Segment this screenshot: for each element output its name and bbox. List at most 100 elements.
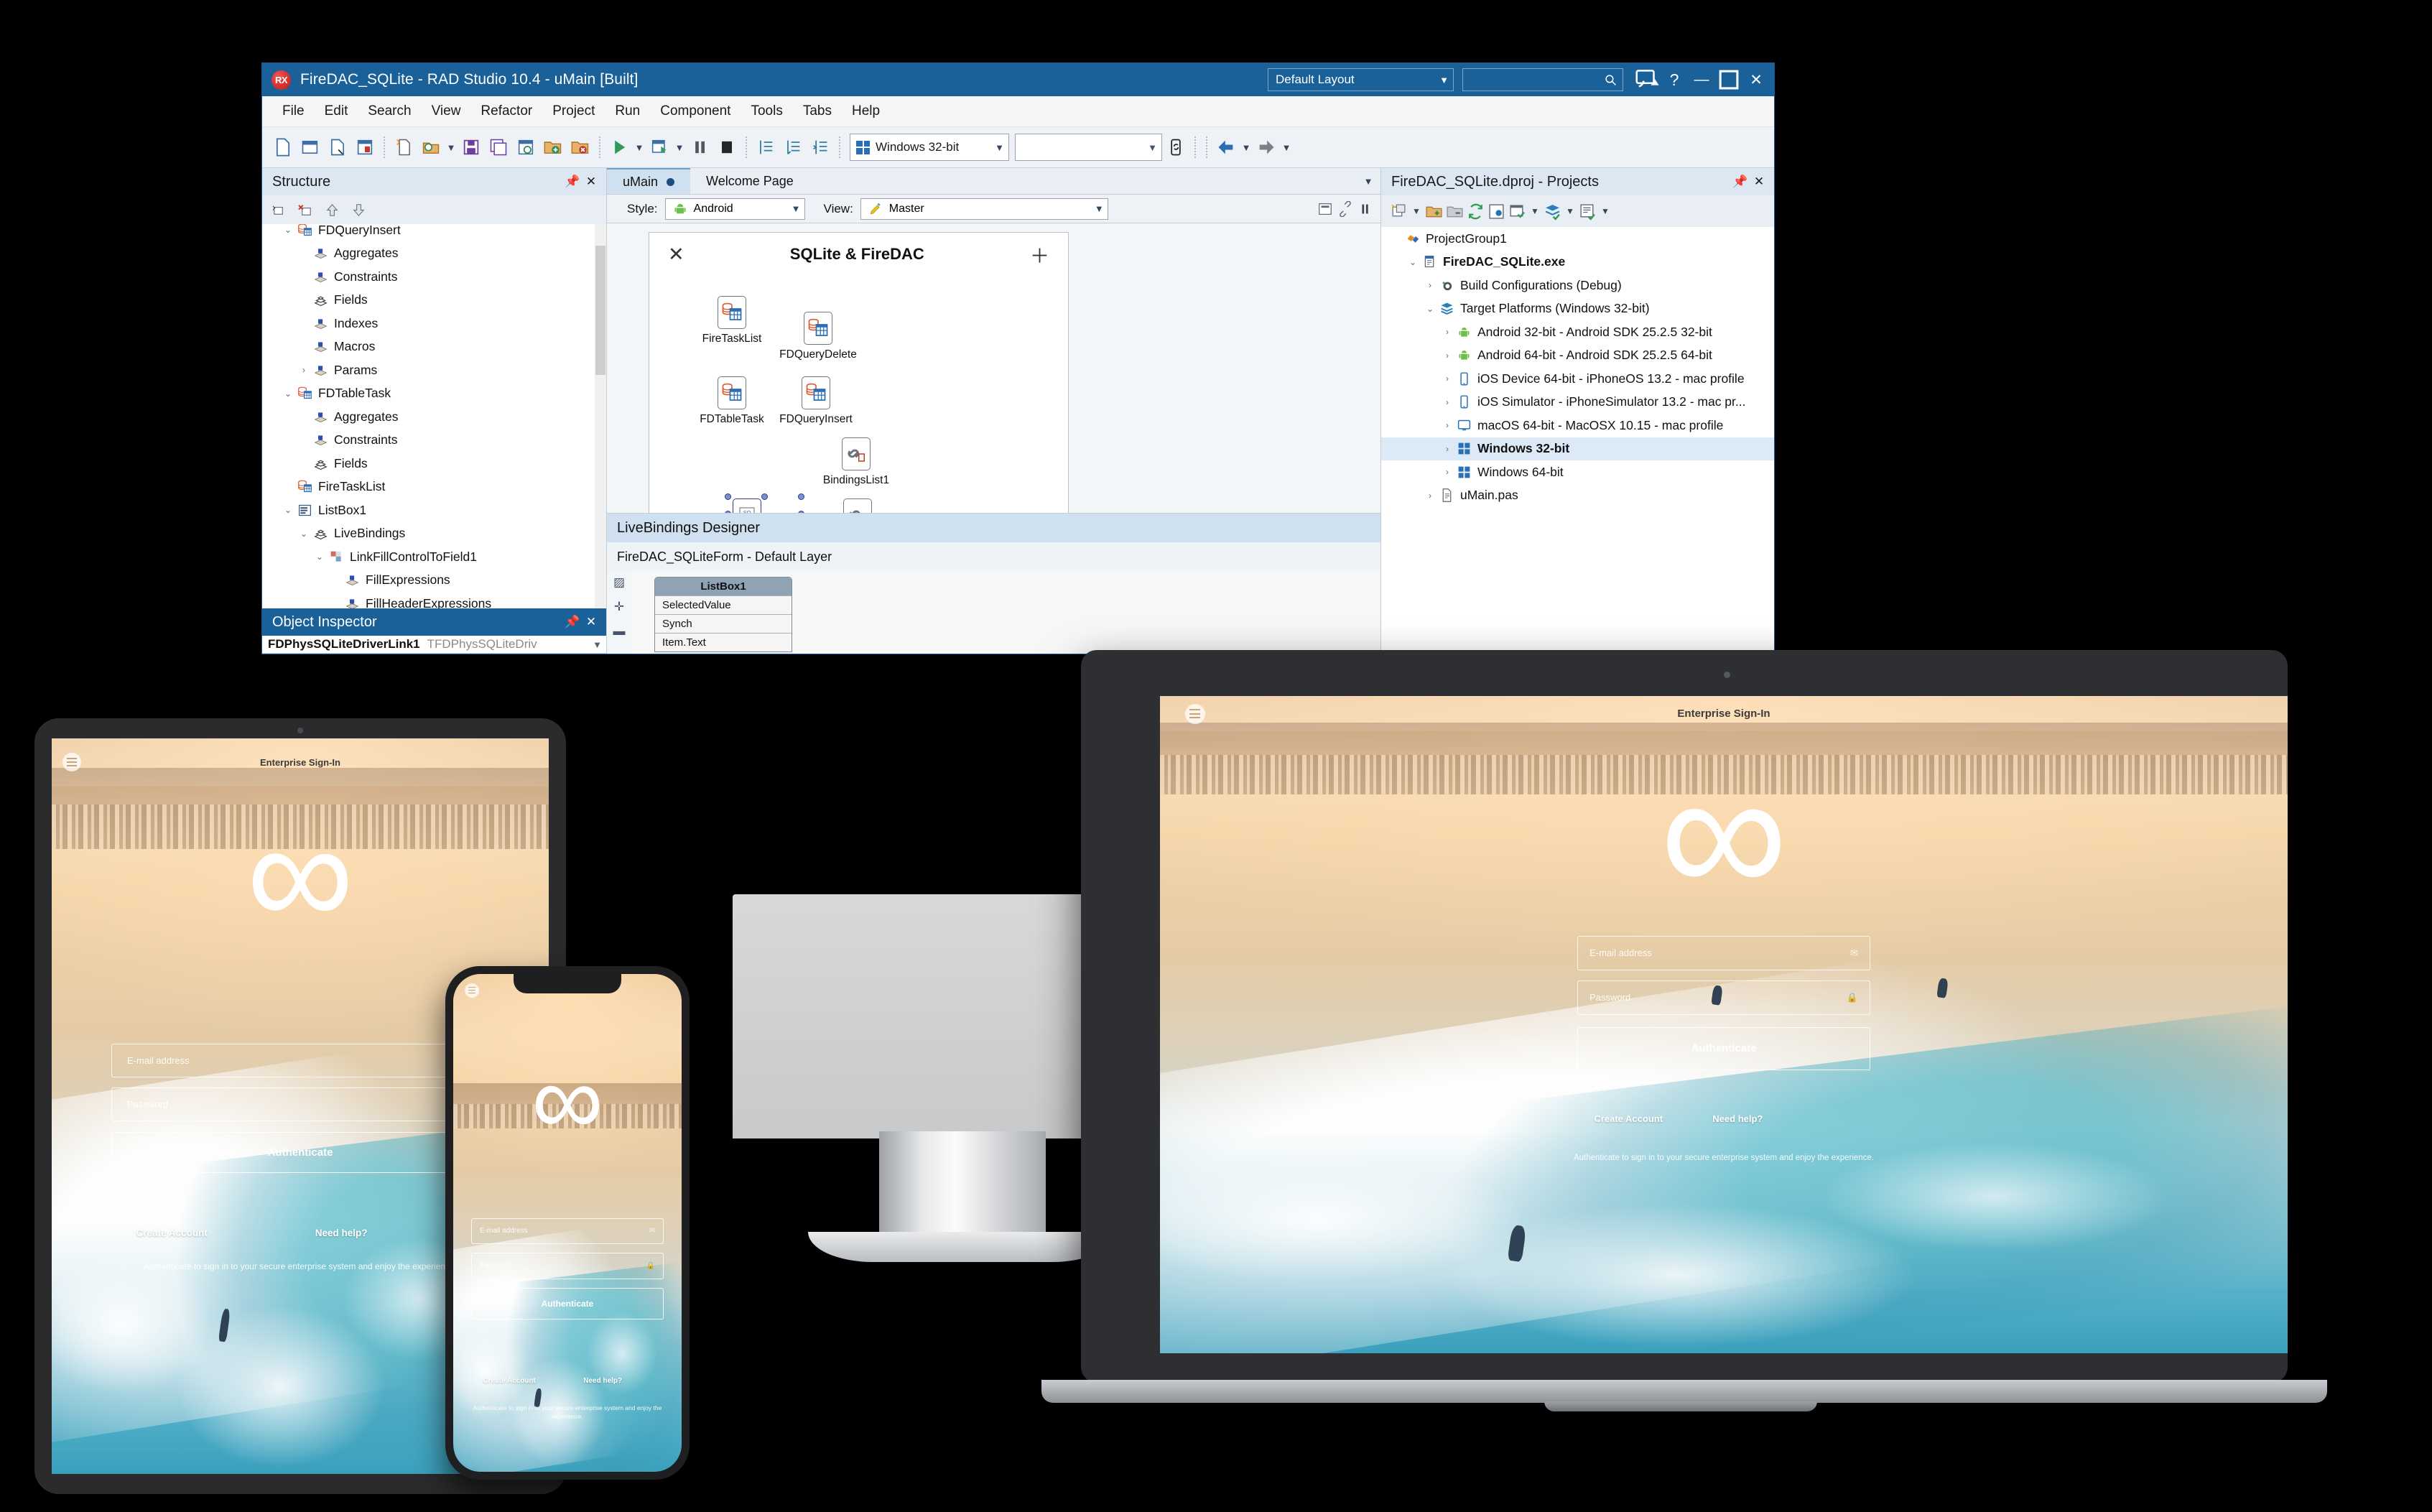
- projects-tree-item[interactable]: › iOS Device 64-bit - iPhoneOS 13.2 - mac…: [1381, 367, 1774, 391]
- need-help-link[interactable]: Need help?: [583, 1377, 622, 1385]
- maximize-button[interactable]: [1715, 66, 1742, 93]
- projects-tree-item[interactable]: › Windows 32-bit: [1381, 437, 1774, 460]
- move-up-icon[interactable]: [324, 202, 340, 218]
- chevron-down-icon[interactable]: ⌄: [1423, 304, 1437, 314]
- structure-tree-item[interactable]: ⌄ FDQueryInsert: [262, 224, 606, 242]
- add-to-project-icon[interactable]: [539, 133, 567, 162]
- create-account-link[interactable]: Create Account: [483, 1377, 536, 1385]
- projects-tree-item[interactable]: › Windows 64-bit: [1381, 460, 1774, 484]
- tab-list-chevron-icon[interactable]: ▼: [1356, 168, 1380, 194]
- menu-item-help[interactable]: Help: [842, 101, 890, 122]
- close-icon[interactable]: ✕: [1750, 175, 1768, 189]
- options-icon[interactable]: [1579, 203, 1597, 221]
- close-icon[interactable]: ✕: [582, 175, 600, 189]
- resize-handle[interactable]: [761, 493, 768, 500]
- view-source-icon[interactable]: [1487, 203, 1505, 221]
- projects-tree-item[interactable]: ⌄ Target Platforms (Windows 32-bit): [1381, 297, 1774, 321]
- delete-node-icon[interactable]: [297, 202, 314, 218]
- password-field[interactable]: Password 🔒: [111, 1087, 489, 1122]
- chevron-down-icon[interactable]: ▼: [673, 134, 686, 161]
- help-button[interactable]: ?: [1661, 66, 1688, 93]
- add-icon[interactable]: ＋: [1030, 241, 1049, 269]
- new-node-icon[interactable]: [271, 202, 287, 218]
- form-designer[interactable]: ✕ SQLite & FireDAC ＋ FireTaskList FDQuery…: [607, 223, 1380, 654]
- move-down-icon[interactable]: [351, 202, 367, 218]
- structure-tree-item[interactable]: ⌄ LiveBindings: [262, 522, 606, 546]
- menu-item-file[interactable]: File: [272, 101, 315, 122]
- desktop-speed-icon[interactable]: [1633, 66, 1661, 93]
- create-account-link[interactable]: Create Account: [1594, 1113, 1663, 1124]
- chevron-right-icon[interactable]: ›: [1440, 351, 1454, 361]
- form-component-fdqueryinsert[interactable]: FDQueryInsert: [773, 376, 859, 426]
- menu-icon[interactable]: [1184, 703, 1205, 724]
- projects-tree-item[interactable]: › macOS 64-bit - MacOSX 10.15 - mac profi…: [1381, 414, 1774, 437]
- open-project-icon[interactable]: [324, 133, 351, 162]
- pin-icon[interactable]: 📌: [1731, 175, 1750, 189]
- menu-icon[interactable]: [464, 983, 479, 998]
- structure-tree-item[interactable]: Aggregates: [262, 242, 606, 266]
- chevron-right-icon[interactable]: ›: [1440, 444, 1454, 454]
- structure-tree-item[interactable]: ⌄ LinkFillControlToField1: [262, 545, 606, 569]
- email-field[interactable]: E-mail address ✉: [1577, 935, 1871, 970]
- chevron-down-icon[interactable]: ▼: [1529, 206, 1541, 216]
- chevron-down-icon[interactable]: ▼: [1240, 134, 1253, 161]
- save-all-as-icon[interactable]: [351, 133, 379, 162]
- chevron-right-icon[interactable]: ›: [1440, 397, 1454, 407]
- target-platform-select[interactable]: Windows 32-bit ▼: [850, 134, 1009, 161]
- minimize-button[interactable]: —: [1688, 66, 1715, 93]
- authenticate-button[interactable]: Authenticate: [111, 1131, 489, 1174]
- projects-tree[interactable]: ProjectGroup1 ⌄ FireDAC_SQLite.exe › Build C…: [1381, 227, 1774, 654]
- password-field[interactable]: Password 🔒: [471, 1253, 664, 1279]
- form-component-bindingslist1[interactable]: BindingsList1: [813, 437, 899, 487]
- menu-item-project[interactable]: Project: [542, 101, 605, 122]
- forward-icon[interactable]: [1253, 133, 1280, 162]
- new-item-icon[interactable]: [390, 133, 417, 162]
- menu-item-component[interactable]: Component: [650, 101, 741, 122]
- chevron-right-icon[interactable]: ›: [1440, 467, 1454, 477]
- form-component-fdquerydelete[interactable]: FDQueryDelete: [775, 312, 861, 361]
- save-all-icon[interactable]: [485, 133, 512, 162]
- projects-tree-item[interactable]: › Build Configurations (Debug): [1381, 274, 1774, 297]
- step-over-icon[interactable]: [779, 133, 807, 162]
- remove-from-project-icon[interactable]: [567, 133, 594, 162]
- stop-icon[interactable]: [713, 133, 741, 162]
- target-platforms-icon[interactable]: [1544, 203, 1561, 221]
- chevron-down-icon[interactable]: ▼: [1411, 206, 1422, 216]
- trace-into-icon[interactable]: [752, 133, 779, 162]
- chevron-right-icon[interactable]: ›: [1423, 491, 1437, 501]
- need-help-link[interactable]: Need help?: [1712, 1113, 1763, 1124]
- build-config-icon[interactable]: [1508, 203, 1526, 221]
- authenticate-button[interactable]: Authenticate: [1577, 1027, 1871, 1070]
- email-field[interactable]: E-mail address ✉: [471, 1218, 664, 1245]
- menu-item-tools[interactable]: Tools: [741, 101, 792, 122]
- chevron-down-icon[interactable]: ▼: [1280, 134, 1293, 161]
- chevron-down-icon[interactable]: ⌄: [281, 389, 295, 399]
- close-icon[interactable]: ✕: [668, 244, 684, 266]
- menu-item-refactor[interactable]: Refactor: [470, 101, 542, 122]
- unlink-icon[interactable]: [1337, 200, 1353, 217]
- close-icon[interactable]: ✕: [582, 615, 600, 629]
- delete-icon[interactable]: [1357, 201, 1373, 217]
- pin-icon[interactable]: 📌: [563, 175, 582, 189]
- structure-tree-item[interactable]: Fields: [262, 452, 606, 476]
- device-refresh-icon[interactable]: [1162, 133, 1189, 162]
- close-button[interactable]: ✕: [1742, 66, 1770, 93]
- new-project-icon[interactable]: [1390, 203, 1408, 221]
- search-input[interactable]: [1462, 68, 1623, 91]
- remove-file-icon[interactable]: [1446, 203, 1464, 221]
- binding-row[interactable]: Synch: [655, 614, 792, 633]
- form-component-firetasklist[interactable]: FireTaskList: [689, 296, 775, 345]
- projects-tree-item[interactable]: › iOS Simulator - iPhoneSimulator 13.2 - …: [1381, 391, 1774, 414]
- chevron-right-icon[interactable]: ›: [1440, 420, 1454, 430]
- chevron-right-icon[interactable]: ›: [1440, 327, 1454, 337]
- add-file-icon[interactable]: [1425, 203, 1443, 221]
- resize-handle[interactable]: [725, 493, 731, 500]
- back-icon[interactable]: [1212, 133, 1240, 162]
- grid-icon[interactable]: ▨: [613, 575, 625, 590]
- structure-tree-item[interactable]: FillExpressions: [262, 569, 606, 593]
- style-select[interactable]: Android ▼: [664, 198, 805, 220]
- structure-tree-item[interactable]: Macros: [262, 335, 606, 359]
- refresh-icon[interactable]: [1467, 203, 1485, 221]
- chevron-down-icon[interactable]: ▼: [1564, 206, 1576, 216]
- projects-tree-item[interactable]: › Android 64-bit - Android SDK 25.2.5 64-…: [1381, 344, 1774, 368]
